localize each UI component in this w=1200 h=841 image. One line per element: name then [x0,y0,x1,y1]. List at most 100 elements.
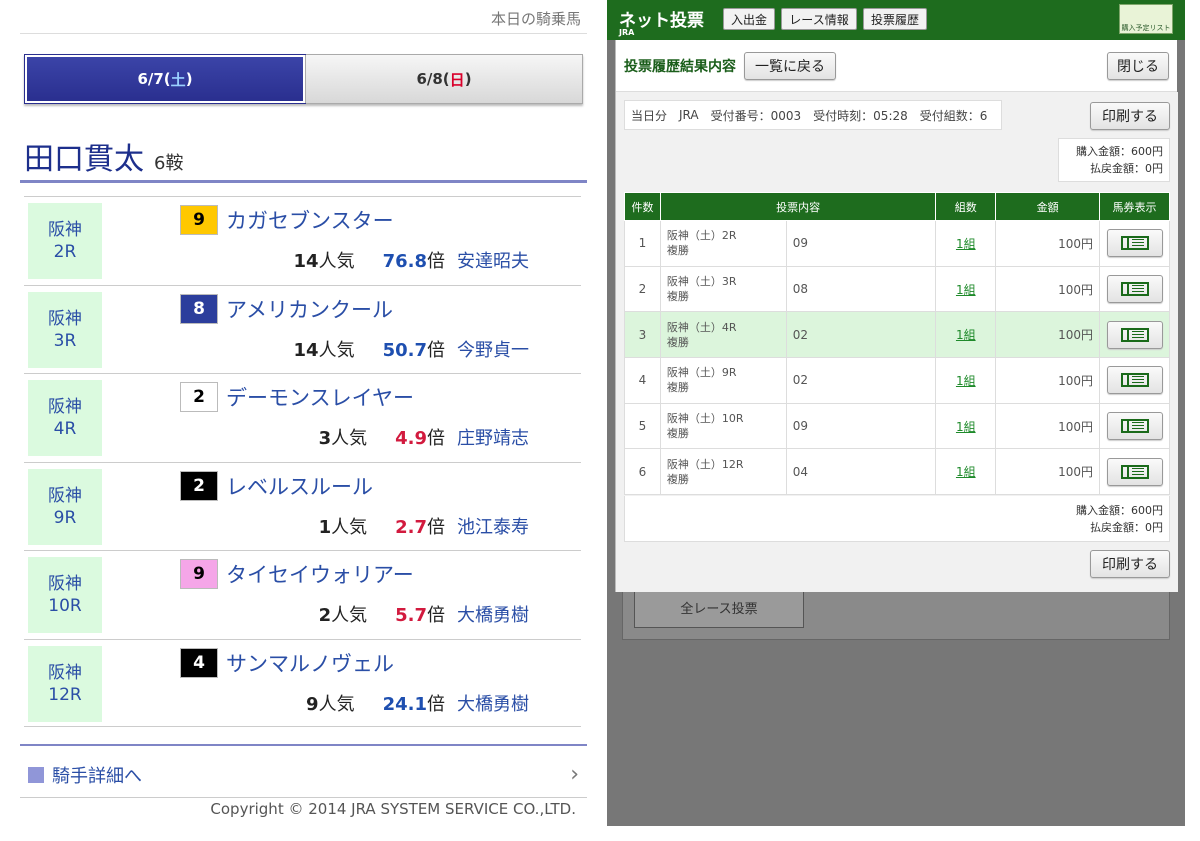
horse-line: 8 アメリカンクール [180,293,393,324]
bet-groups-cell: 1組 [935,357,997,404]
bet-race-name: 阪神（土）2R [666,229,737,243]
horse-line: 2 レベルスルール [180,470,373,501]
tab-date: 6/8( [416,70,450,88]
purchase-total: 購入金額：600円 [1076,145,1163,158]
all-races-vote-button[interactable]: 全レース投票 [634,586,804,628]
horse-name-link[interactable]: レベルスルール [226,471,373,501]
post-number-badge: 2 [180,470,218,501]
race-stats: 2人気 5.7倍 大橋勇樹 [319,601,529,627]
horse-name-link[interactable]: アメリカンクール [226,294,393,324]
show-ticket-button[interactable] [1106,229,1163,258]
print-button[interactable]: 印刷する [1090,102,1170,130]
app-logo: ネット投票 JRA [619,6,704,37]
race-label: 阪神 12R [28,645,102,722]
odds: 2.7倍 [395,513,445,539]
show-ticket-button[interactable] [1106,457,1163,486]
trainer-link[interactable]: 大橋勇樹 [457,690,529,716]
purchase-list-icon[interactable]: 購入予定リスト [1119,4,1173,34]
race-label: 阪神 3R [28,291,102,368]
back-to-list-button[interactable]: 一覧に戻る [744,51,836,80]
trainer-link[interactable]: 今野貞一 [457,336,529,362]
race-number: 4R [53,419,77,439]
post-number-badge: 4 [180,647,218,678]
race-list: 阪神 2R 9 カガセブンスター 14人気 76.8倍 安達昭夫 阪神 3R 8 アメリカンクール 1… [24,196,581,727]
show-ticket-button[interactable] [1106,366,1163,395]
bet-number: 2 [624,265,661,313]
tab-day-1[interactable]: 6/7(土) [24,54,306,104]
jockey-detail-link[interactable]: 騎手詳細へ › [20,752,587,798]
bet-groups-link[interactable]: 1組 [956,420,976,434]
trainer-link[interactable]: 大橋勇樹 [457,601,529,627]
race-row[interactable]: 阪神 4R 2 デーモンスレイヤー 3人気 4.9倍 庄野靖志 [24,373,581,462]
bet-number: 6 [624,448,661,496]
race-stats: 1人気 2.7倍 池江泰寿 [319,513,529,539]
race-row[interactable]: 阪神 3R 8 アメリカンクール 14人気 50.7倍 今野貞一 [24,284,581,374]
bet-groups-link[interactable]: 1組 [956,283,976,297]
bet-groups-link[interactable]: 1組 [956,465,976,479]
bet-history-table: 件数 投票内容 組数 金額 馬券表示 1 阪神（土）2R 複勝 09 1組 100円 2 阪神… [624,192,1170,496]
race-venue: 阪神 [48,662,82,683]
ticket-cell [1099,402,1170,450]
bet-rows: 1 阪神（土）2R 複勝 09 1組 100円 2 阪神（土）3R 複勝 08 1組 100円 3 阪神（… [624,220,1170,496]
ticket-icon [1120,327,1149,342]
popularity-suffix: 人気 [331,428,368,449]
trainer-link[interactable]: 池江泰寿 [457,513,529,539]
race-row[interactable]: 阪神 2R 9 カガセブンスター 14人気 76.8倍 安達昭夫 [24,196,581,285]
ticket-icon [1120,282,1149,297]
horse-name-link[interactable]: サンマルノヴェル [226,648,394,678]
jockey-header: 田口貫太 6鞍 [24,134,183,178]
horse-name-link[interactable]: デーモンスレイヤー [226,382,414,412]
bet-race: 阪神（土）10R 複勝 [659,402,787,450]
odds-value: 50.7 [382,339,427,361]
bet-groups-link[interactable]: 1組 [956,328,976,342]
trainer-link[interactable]: 庄野靖志 [457,424,529,450]
bet-groups-cell: 1組 [935,311,997,359]
race-row[interactable]: 阪神 9R 2 レベルスルール 1人気 2.7倍 池江泰寿 [24,461,581,551]
race-row[interactable]: 阪神 12R 4 サンマルノヴェル 9人気 24.1倍 大橋勇樹 [24,638,581,727]
race-venue: 阪神 [48,574,82,594]
totals-summary: 購入金額：600円 払戻金額：0円 [1058,138,1170,182]
race-venue: 阪神 [48,485,82,506]
close-button[interactable]: 閉じる [1107,51,1169,80]
race-label: 阪神 2R [28,203,102,279]
bet-number: 1 [624,220,661,267]
bet-groups-link[interactable]: 1組 [956,374,976,388]
horse-name-link[interactable]: タイセイウォリアー [226,559,414,589]
show-ticket-button[interactable] [1106,320,1163,349]
tab-race-info[interactable]: レース情報 [781,8,857,30]
show-ticket-button[interactable] [1106,412,1163,441]
race-row[interactable]: 阪神 10R 9 タイセイウォリアー 2人気 5.7倍 大橋勇樹 [24,550,581,639]
col-header-amount: 金額 [995,192,1100,221]
bet-number: 4 [624,357,661,404]
trainer-link[interactable]: 安達昭夫 [457,247,529,273]
todays-rides-link[interactable]: 本日の騎乗馬 [20,8,587,34]
bet-type: 複勝 [666,290,689,304]
odds-value: 76.8 [382,251,427,272]
receipt-groups: 受付組数：6 [919,108,988,123]
bet-race-name: 阪神（土）4R [666,320,737,334]
popularity-suffix: 人気 [331,605,368,626]
bet-race-name: 阪神（土）3R [666,275,737,289]
horse-name-link[interactable]: カガセブンスター [226,205,394,235]
popularity-rank: 14 [293,251,319,272]
jockey-detail-label: 騎手詳細へ [52,765,142,787]
ride-count: 6鞍 [154,153,184,174]
bet-race-name: 阪神（土）10R [666,412,744,426]
print-button-bottom[interactable]: 印刷する [1090,550,1170,578]
col-header-groups: 組数 [935,192,997,221]
odds: 76.8倍 [383,247,445,273]
table-row: 4 阪神（土）9R 複勝 02 1組 100円 [624,357,1170,404]
popularity: 3人気 [319,424,368,450]
totals-summary-bottom: 購入金額：600円 払戻金額：0円 [624,496,1170,542]
tab-vote-history[interactable]: 投票履歴 [863,8,927,30]
race-stats: 14人気 50.7倍 今野貞一 [294,336,529,362]
bet-selection: 08 [785,265,937,313]
tab-day-2[interactable]: 6/8(日) [305,55,582,103]
show-ticket-button[interactable] [1106,275,1163,304]
jockey-name: 田口貫太 [24,142,144,177]
odds: 4.9倍 [395,424,445,450]
ticket-icon [1120,464,1149,479]
table-row: 5 阪神（土）10R 複勝 09 1組 100円 [624,402,1170,450]
bet-groups-link[interactable]: 1組 [956,237,976,251]
tab-deposit[interactable]: 入出金 [723,8,775,30]
